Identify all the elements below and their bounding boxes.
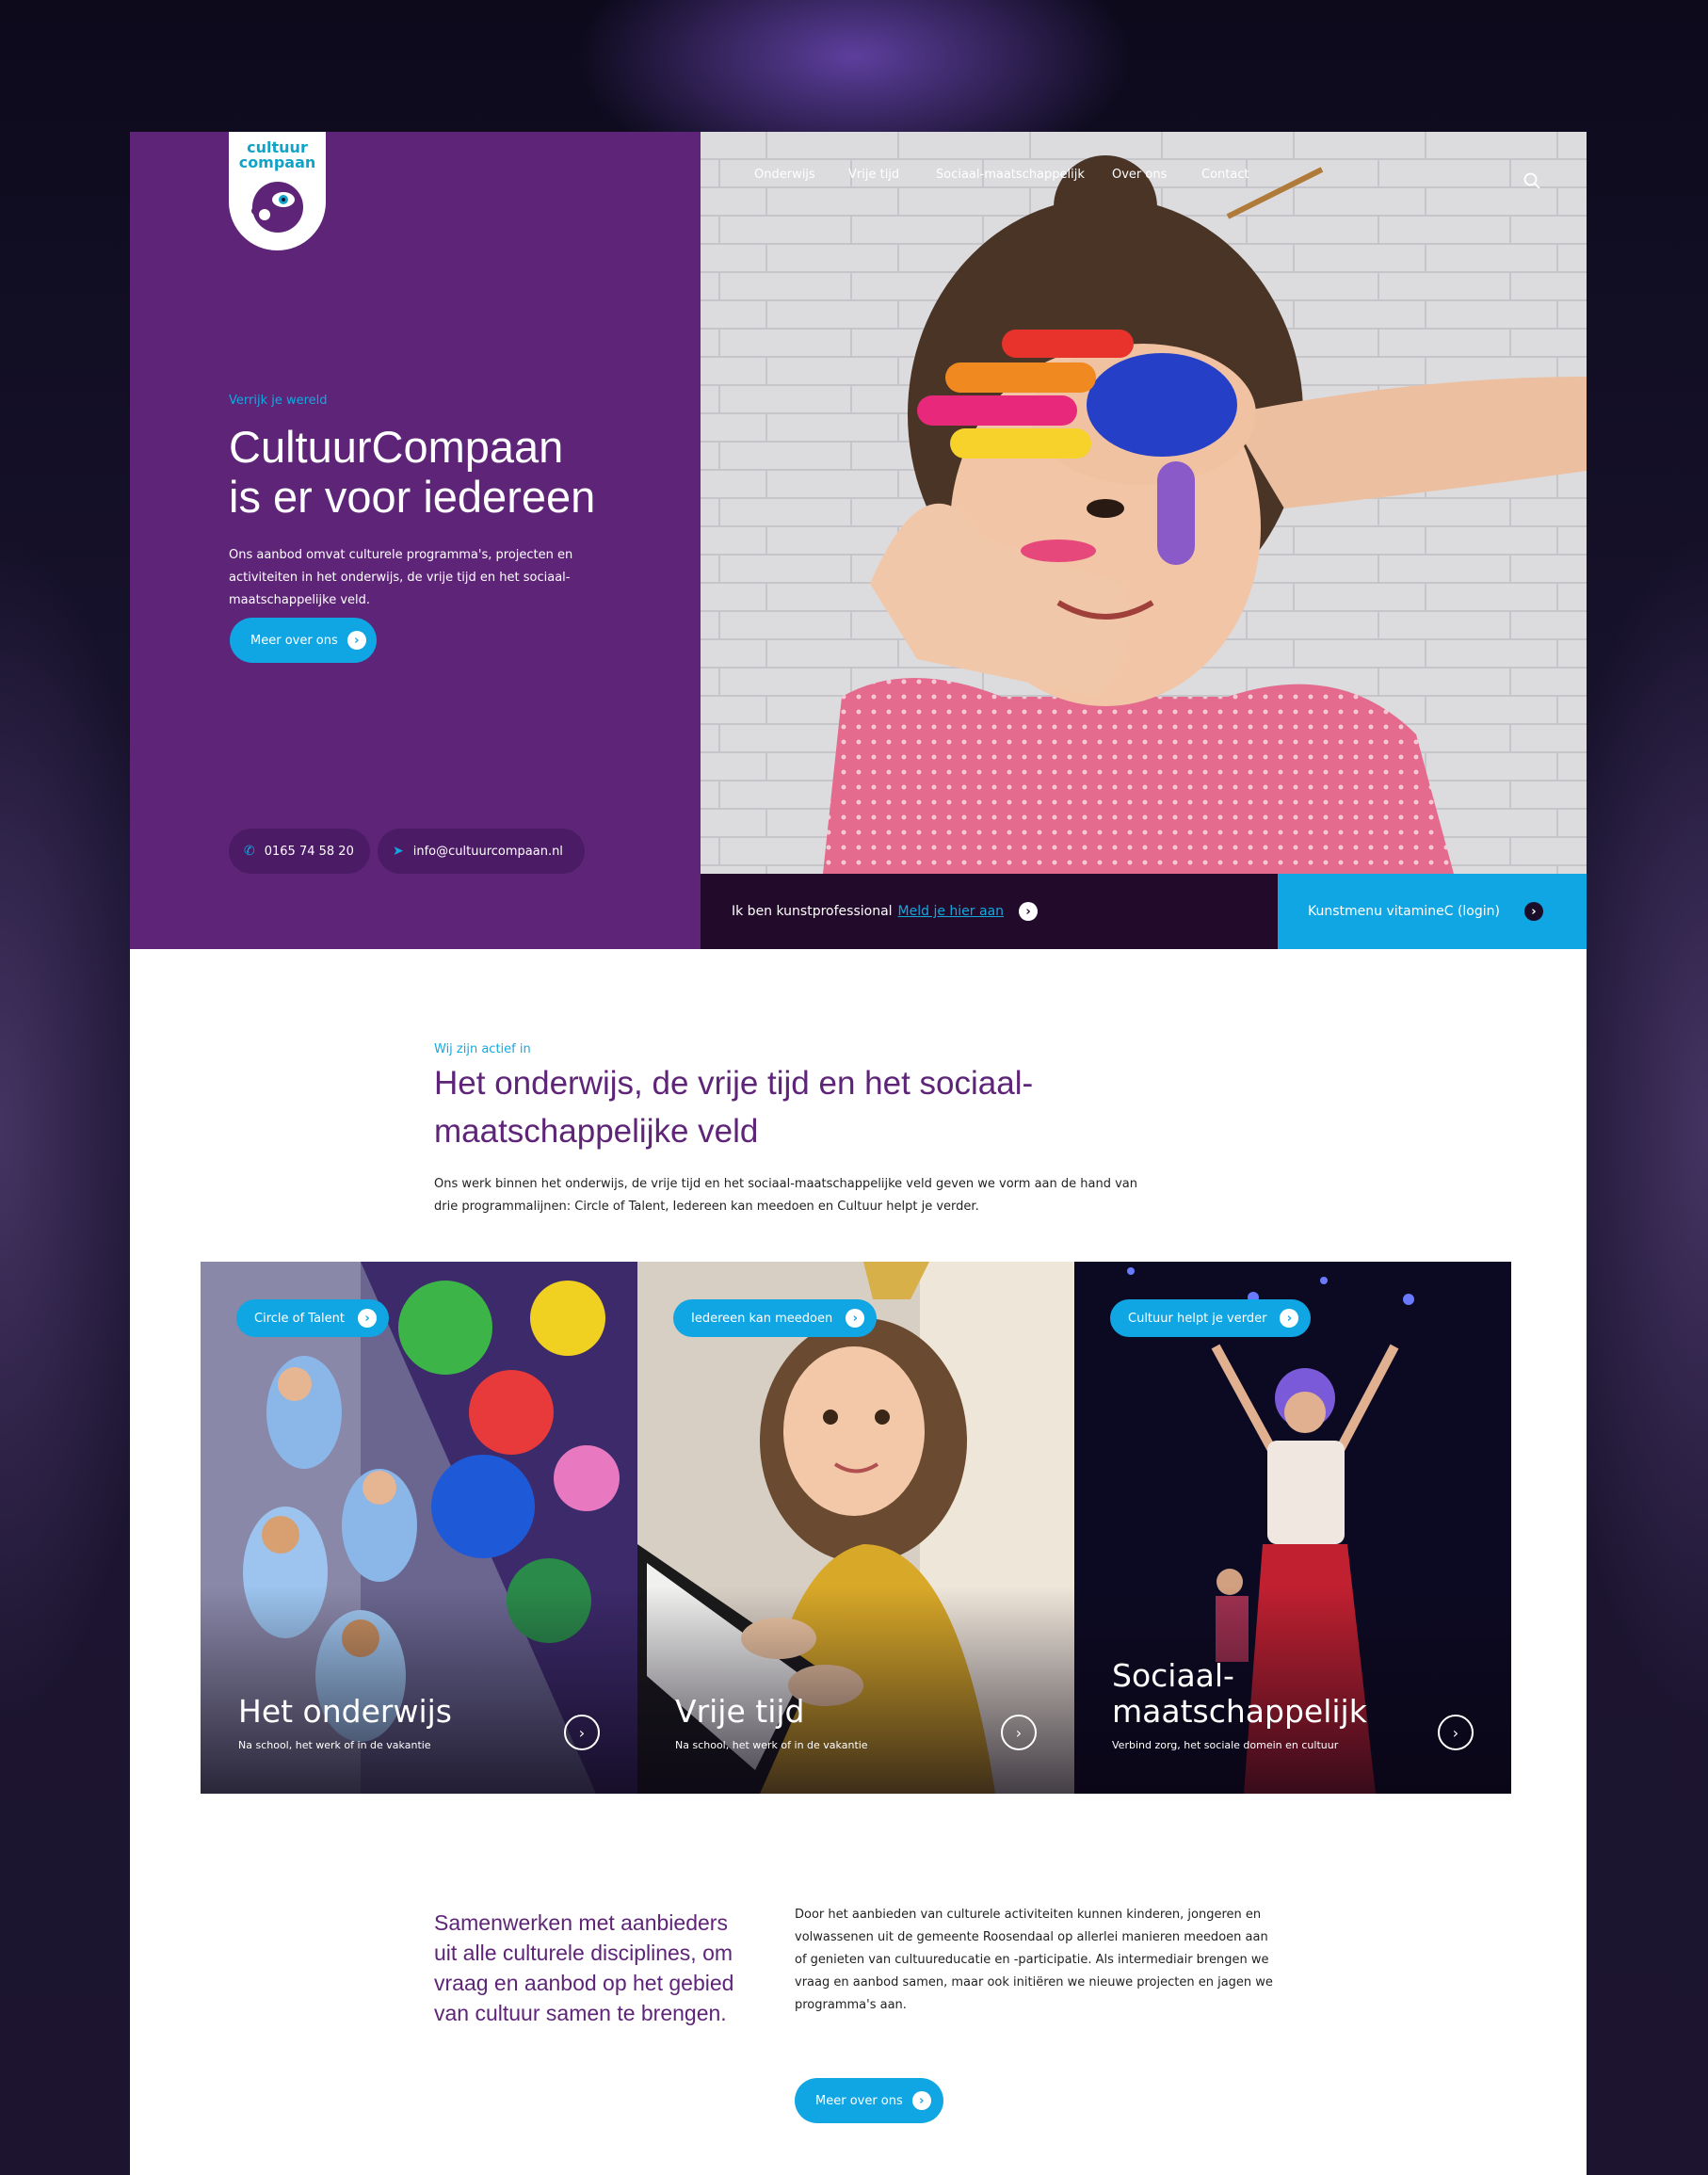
meer-over-ons-button[interactable]: Meer over ons › <box>230 618 377 663</box>
phone-number: 0165 74 58 20 <box>264 844 354 859</box>
hero-photo-illustration <box>701 132 1587 874</box>
program-cards: Circle of Talent › Het onderwijs Na scho… <box>201 1262 1512 1794</box>
hero-photo <box>701 132 1587 874</box>
hero-section: cultuur compaan Verrijk je wereld Cultuu… <box>130 132 1587 949</box>
page: cultuur compaan Verrijk je wereld Cultuu… <box>130 132 1587 2175</box>
phone-button[interactable]: ✆ 0165 74 58 20 <box>229 829 370 874</box>
card-gradient <box>637 1587 1074 1794</box>
hero-title: CultuurCompaan is er voor iedereen <box>229 422 662 522</box>
chevron-right-icon: › <box>358 1309 378 1328</box>
chevron-right-icon: › <box>1280 1309 1299 1328</box>
card-title: Sociaal-maatschappelijk <box>1112 1657 1367 1730</box>
kunstmenu-login-button[interactable]: Kunstmenu vitamineC (login) › <box>1278 874 1587 949</box>
chevron-right-icon: › <box>346 631 366 650</box>
chevron-right-icon: › <box>846 1309 865 1328</box>
chevron-right-icon[interactable]: › <box>564 1715 600 1750</box>
nav-item-sociaal-maatschappelijk[interactable]: Sociaal-maatschappelijk <box>936 168 1085 182</box>
nav-item-contact[interactable]: Contact <box>1201 168 1249 182</box>
hero-panel: cultuur compaan Verrijk je wereld Cultuu… <box>130 132 701 949</box>
kunstprofessional-text: Ik ben kunstprofessional <box>732 904 893 919</box>
meer-over-ons-button-2[interactable]: Meer over ons › <box>795 2078 943 2123</box>
meld-je-aan-link[interactable]: Meld je hier aan <box>898 904 1005 919</box>
email-button[interactable]: ➤ info@cultuurcompaan.nl <box>378 829 585 874</box>
card-tag-label: Cultuur helpt je verder <box>1128 1311 1267 1326</box>
card-tag-label: Iedereen kan meedoen <box>691 1311 833 1326</box>
logo-face-icon <box>251 182 303 233</box>
hero-title-line-1: CultuurCompaan <box>229 422 564 472</box>
hero-eyebrow: Verrijk je wereld <box>229 394 328 408</box>
send-icon: ➤ <box>393 844 404 859</box>
card-tag-button[interactable]: Iedereen kan meedoen › <box>673 1299 878 1337</box>
kunstprofessional-bar: Ik ben kunstprofessional Meld je hier aa… <box>701 874 1278 949</box>
hero-title-line-2: is er voor iedereen <box>229 472 596 522</box>
logo[interactable]: cultuur compaan <box>229 132 326 250</box>
card-vrije-tijd[interactable]: Iedereen kan meedoen › Vrije tijd Na sch… <box>637 1262 1074 1794</box>
kunstmenu-login-label: Kunstmenu vitamineC (login) <box>1308 904 1500 919</box>
chevron-right-icon: › <box>911 2091 931 2110</box>
nav-item-over-ons[interactable]: Over ons <box>1112 168 1167 182</box>
button-label: Meer over ons <box>250 633 338 648</box>
collab-description: Door het aanbieden van culturele activit… <box>795 1908 1273 2012</box>
card-title: Het onderwijs <box>238 1693 452 1730</box>
main-nav: Onderwijs Vrije tijd Sociaal-maatschappe… <box>701 168 1587 196</box>
card-subtitle: Verbind zorg, het sociale domein en cult… <box>1112 1739 1339 1751</box>
email-address: info@cultuurcompaan.nl <box>412 844 563 859</box>
nav-item-onderwijs[interactable]: Onderwijs <box>754 168 815 182</box>
active-title: Het onderwijs, de vrije tijd en het soci… <box>434 1065 1034 1150</box>
logo-line-2: compaan <box>238 153 316 171</box>
phone-icon: ✆ <box>244 844 255 859</box>
active-eyebrow: Wij zijn actief in <box>434 1042 531 1056</box>
card-tag-label: Circle of Talent <box>254 1311 346 1326</box>
logo-wordmark: cultuur compaan <box>229 132 326 170</box>
collab-title: Samenwerken met aanbieders uit alle cult… <box>434 1910 734 2025</box>
button-label: Meer over ons <box>815 2093 903 2108</box>
chevron-right-icon: › <box>1523 902 1543 921</box>
active-description: Ons werk binnen het onderwijs, de vrije … <box>434 1177 1137 1214</box>
card-tag-button[interactable]: Cultuur helpt je verder › <box>1110 1299 1312 1337</box>
hero-description: Ons aanbod omvat culturele programma's, … <box>229 548 573 607</box>
search-icon[interactable] <box>1523 171 1541 190</box>
chevron-right-icon[interactable]: › <box>1001 1715 1037 1750</box>
card-title: Vrije tijd <box>675 1693 805 1730</box>
card-tag-button[interactable]: Circle of Talent › <box>236 1299 390 1337</box>
chevron-right-icon[interactable]: › <box>1438 1715 1474 1750</box>
card-sociaal-maatschappelijk[interactable]: Cultuur helpt je verder › Sociaal-maatsc… <box>1074 1262 1511 1794</box>
card-subtitle: Na school, het werk of in de vakantie <box>238 1739 431 1751</box>
card-gradient <box>201 1587 637 1794</box>
card-onderwijs[interactable]: Circle of Talent › Het onderwijs Na scho… <box>201 1262 637 1794</box>
card-subtitle: Na school, het werk of in de vakantie <box>675 1739 868 1751</box>
chevron-right-icon[interactable]: › <box>1019 902 1039 921</box>
nav-item-vrije-tijd[interactable]: Vrije tijd <box>848 168 899 182</box>
